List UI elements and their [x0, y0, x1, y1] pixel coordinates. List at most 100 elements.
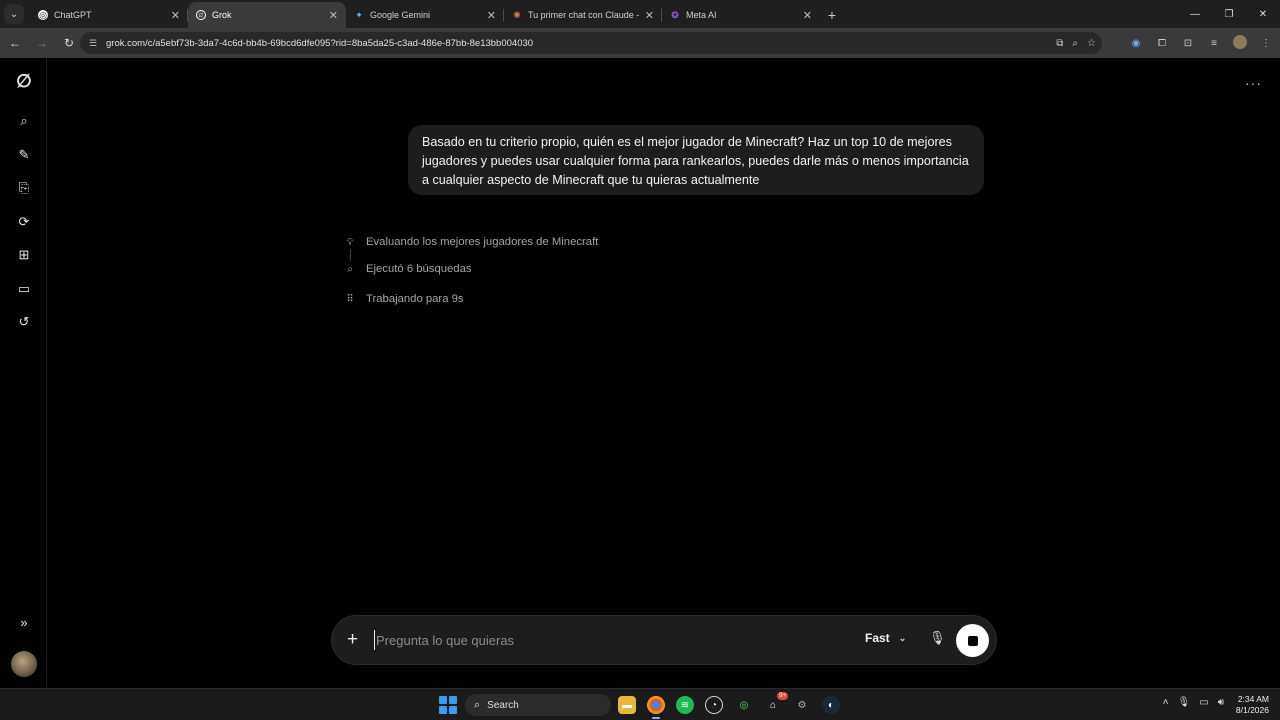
search-icon: ⌕: [474, 698, 481, 711]
browser-toolbar: ← → ↻ ☰ grok.com/c/a5ebf73b-3da7-4c6d-bb…: [0, 28, 1280, 58]
lightbulb-icon: 💡︎: [346, 236, 354, 248]
browser-menu-icon[interactable]: ⋮: [1258, 38, 1274, 49]
tab-search-menu-button[interactable]: ⌄: [4, 4, 24, 24]
forward-button[interactable]: →: [30, 31, 54, 55]
grok-icon: ∅: [196, 10, 206, 20]
tab-grok[interactable]: ∅ Grok ✕: [188, 2, 346, 28]
composer: + Fast ⌄ 🎙︎: [331, 615, 997, 665]
read-aloud-icon[interactable]: ◉: [1128, 38, 1144, 49]
tab-chatgpt[interactable]: ◎ ChatGPT ✕: [30, 2, 188, 28]
restore-button[interactable]: ❐: [1212, 0, 1246, 28]
grok-logo-icon[interactable]: ∅: [13, 70, 35, 92]
chevron-down-icon: ⌄: [898, 632, 907, 643]
bookmark-star-icon[interactable]: ☆: [1087, 38, 1096, 49]
file-explorer-icon[interactable]: ▬: [618, 696, 636, 714]
user-message: Basado en tu criterio propio, quién es e…: [408, 125, 984, 195]
projects-icon[interactable]: ⊞: [13, 244, 35, 266]
spotify-icon[interactable]: ≋: [676, 696, 694, 714]
expand-sidebar-icon[interactable]: »: [13, 611, 35, 633]
minimize-button[interactable]: —: [1178, 0, 1212, 28]
close-icon[interactable]: ✕: [803, 9, 812, 22]
model-selector[interactable]: Fast ⌄: [865, 631, 906, 645]
taskbar-search[interactable]: ⌕ Search: [465, 694, 611, 716]
notifications-app-icon[interactable]: ⌂ 9+: [764, 692, 788, 714]
reload-button[interactable]: ↻: [57, 31, 81, 55]
tab-title: Tu primer chat con Claude - Cla: [528, 10, 639, 20]
imagine-icon[interactable]: ⟳: [13, 211, 35, 233]
install-app-icon[interactable]: ⧉: [1056, 38, 1063, 49]
toolbar-extensions: ◉ ⧠ ⊡ ≡ ⋮: [1128, 28, 1274, 58]
tab-gemini[interactable]: ✦ Google Gemini ✕: [346, 2, 504, 28]
new-chat-icon[interactable]: ✎: [13, 144, 35, 166]
extensions-icon[interactable]: ⧠: [1154, 38, 1170, 49]
chrome-icon[interactable]: [647, 696, 665, 719]
folder-icon[interactable]: ▭: [13, 278, 35, 300]
zoom-icon[interactable]: ⌕: [1072, 38, 1078, 49]
display-icon[interactable]: ▭: [1199, 697, 1208, 708]
attach-button[interactable]: +: [347, 629, 358, 651]
system-tray: ˄ 🎙︎ ▭ 🔊︎: [1163, 697, 1224, 708]
profile-avatar[interactable]: [1232, 34, 1248, 52]
tab-meta-ai[interactable]: ❂ Meta AI ✕: [662, 2, 820, 28]
close-icon[interactable]: ✕: [171, 9, 180, 22]
step-text: Ejecutó 6 búsquedas: [366, 263, 472, 275]
thinking-step[interactable]: ⠿ Trabajando para 9s: [343, 292, 464, 306]
meta-ai-icon: ❂: [671, 10, 679, 20]
search-icon[interactable]: ⌕: [13, 110, 35, 132]
windows-taskbar: ⌕ Search ▬ ≋ ◔ ◎ ⌂ 9+ ⚙ ◐ ˄ 🎙︎ ▭ 🔊︎ 2:34 …: [0, 688, 1280, 720]
window-controls: — ❐ ✕: [1178, 0, 1280, 28]
chevron-up-icon[interactable]: ˄: [1163, 697, 1169, 708]
taskbar-search-label: Search: [487, 699, 519, 711]
stop-button[interactable]: [956, 624, 989, 657]
notification-badge: 9+: [777, 692, 788, 700]
dots-grid-icon: ⠿: [346, 293, 354, 305]
gemini-icon: ✦: [355, 10, 363, 20]
tab-claude[interactable]: ✺ Tu primer chat con Claude - Cla ✕: [504, 2, 662, 28]
chatgpt-icon: ◎: [38, 10, 48, 20]
screenshot-icon[interactable]: ⊡: [1180, 38, 1196, 49]
address-bar[interactable]: ☰ grok.com/c/a5ebf73b-3da7-4c6d-bb4b-69b…: [80, 32, 1102, 54]
more-options-icon[interactable]: ···: [1245, 75, 1262, 91]
close-icon[interactable]: ✕: [329, 9, 338, 22]
thinking-step[interactable]: 💡︎ Evaluando los mejores jugadores de Mi…: [343, 235, 599, 249]
tab-title: Meta AI: [686, 10, 717, 20]
steam-icon[interactable]: ◐: [822, 696, 840, 714]
step-text: Trabajando para 9s: [366, 293, 464, 305]
voice-icon[interactable]: ⎘: [13, 177, 35, 199]
site-info-icon[interactable]: ☰: [86, 36, 100, 50]
volume-icon[interactable]: 🔊︎: [1218, 697, 1224, 708]
browser-tab-strip: ⌄ ◎ ChatGPT ✕ ∅ Grok ✕ ✦ Google Gemini ✕…: [0, 0, 1280, 28]
start-button[interactable]: [439, 696, 457, 714]
tab-title: ChatGPT: [54, 10, 92, 20]
prompt-input[interactable]: [374, 630, 834, 650]
close-icon[interactable]: ✕: [645, 9, 654, 22]
microphone-tray-icon[interactable]: 🎙︎: [1178, 697, 1191, 708]
clock-time: 2:34 AM: [1237, 694, 1269, 704]
media-controls-icon[interactable]: ≡: [1206, 38, 1222, 49]
tab-title: Google Gemini: [370, 10, 431, 20]
history-icon[interactable]: ↺: [13, 311, 35, 333]
address-bar-actions: ⧉ ⌕ ☆: [1056, 32, 1096, 54]
search-icon: ⌕: [347, 263, 353, 275]
new-tab-button[interactable]: +: [820, 3, 844, 27]
back-button[interactable]: ←: [3, 31, 27, 55]
grok-app: ∅ ⌕ ✎ ⎘ ⟳ ⊞ ▭ ↺ » ··· Basado en tu crite…: [0, 58, 1280, 688]
url-text[interactable]: grok.com/c/a5ebf73b-3da7-4c6d-bb4b-69bcd…: [106, 38, 533, 49]
stop-icon: [967, 635, 978, 646]
step-text: Evaluando los mejores jugadores de Minec…: [366, 236, 599, 248]
close-window-button[interactable]: ✕: [1246, 0, 1280, 28]
microphone-icon[interactable]: 🎙︎: [929, 630, 946, 648]
clock[interactable]: 2:34 AM 8/1/2026: [1236, 694, 1269, 716]
sidebar: ∅ ⌕ ✎ ⎘ ⟳ ⊞ ▭ ↺ »: [0, 58, 47, 688]
tab-title: Grok: [212, 10, 232, 20]
thinking-step[interactable]: ⌕ Ejecutó 6 búsquedas: [343, 262, 472, 276]
xbox-icon[interactable]: ◎: [735, 696, 753, 714]
settings-icon[interactable]: ⚙: [793, 696, 811, 714]
user-avatar[interactable]: [11, 651, 37, 677]
claude-icon: ✺: [513, 10, 521, 20]
close-icon[interactable]: ✕: [487, 9, 496, 22]
clock-date: 8/1/2026: [1235, 705, 1269, 715]
step-connector: [350, 249, 351, 261]
obs-icon[interactable]: ◔: [705, 696, 723, 714]
model-label: Fast: [865, 631, 890, 645]
